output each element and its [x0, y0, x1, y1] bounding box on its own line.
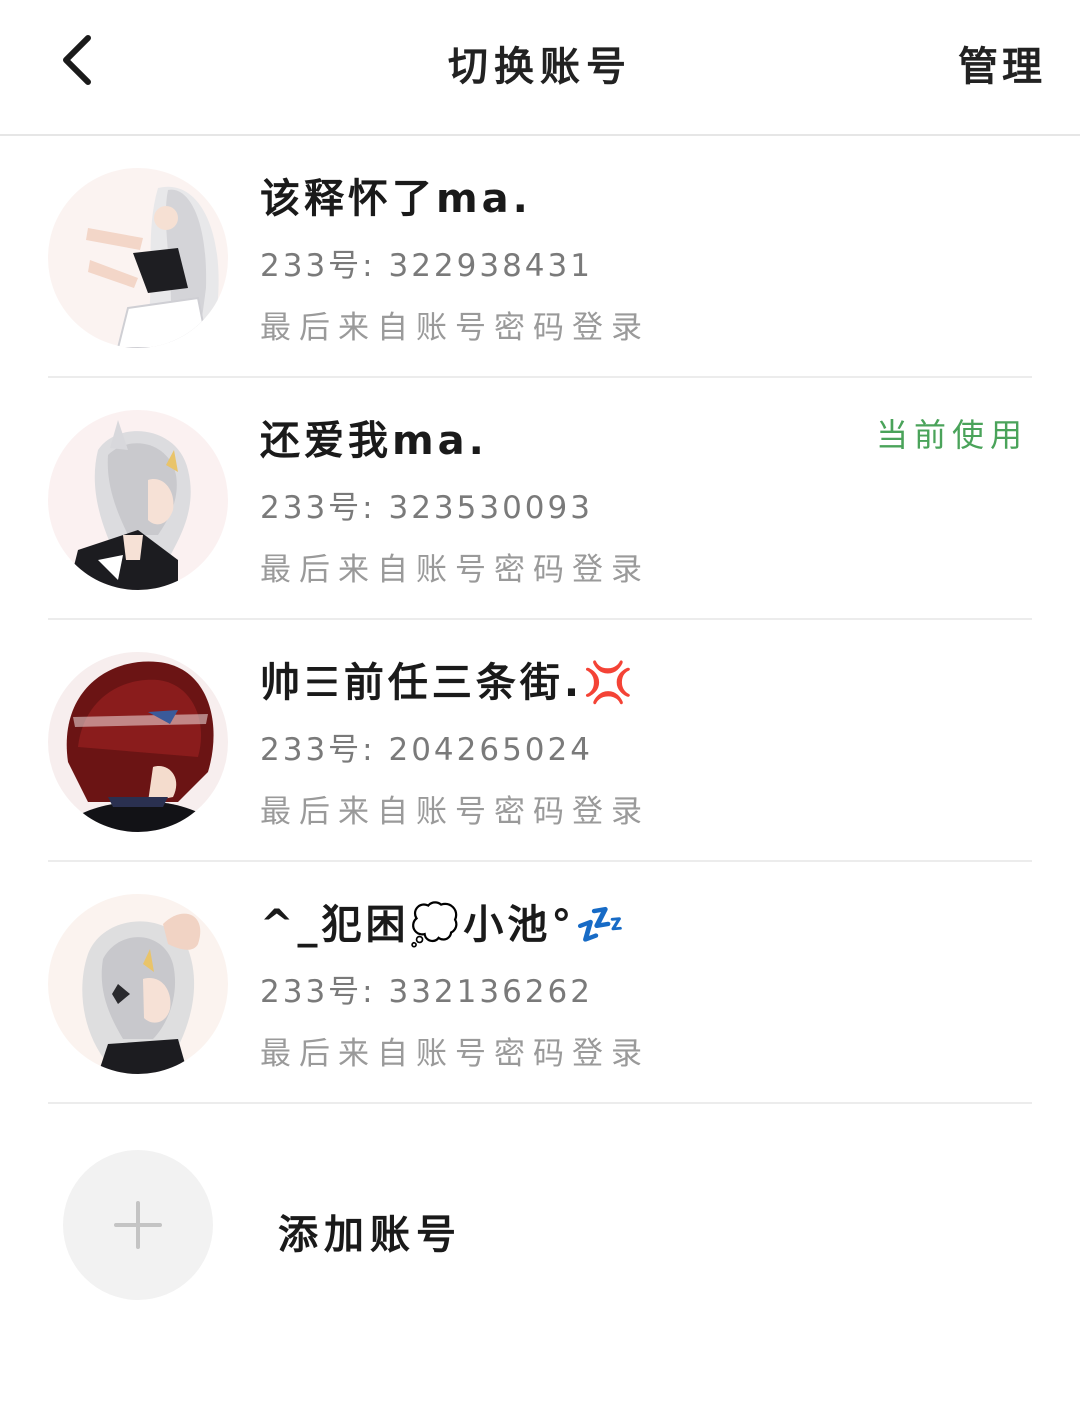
nickname: ^_犯困💭小池°💤 — [260, 892, 629, 950]
nickname-suffix: 小池° — [463, 902, 576, 948]
avatar — [48, 410, 228, 590]
account-id: 233号: 322938431 — [260, 248, 593, 284]
nickname: 该释怀了ma. — [260, 176, 532, 222]
account-id: 233号: 332136262 — [260, 974, 593, 1010]
login-source: 最后来自账号密码登录 — [260, 310, 650, 346]
nickname-text: ^_犯困 — [260, 902, 410, 948]
account-list: 该释怀了ma. 233号: 322938431 最后来自账号密码登录 还爱我ma… — [0, 136, 1080, 1304]
account-item[interactable]: 该释怀了ma. 233号: 322938431 最后来自账号密码登录 — [48, 136, 1032, 378]
add-account-label: 添加账号 — [278, 1212, 462, 1258]
add-account-button[interactable]: 添加账号 — [48, 1104, 1032, 1304]
plus-icon — [114, 1201, 162, 1249]
avatar — [48, 168, 228, 348]
zzz-icon: 💤 — [575, 902, 630, 948]
avatar — [48, 652, 228, 832]
manage-button[interactable]: 管理 — [958, 34, 1046, 92]
account-item[interactable]: ^_犯困💭小池°💤 233号: 332136262 最后来自账号密码登录 — [48, 862, 1032, 1104]
nickname: 帅☰前任三条街.💢 — [260, 650, 637, 708]
top-bar: 切换账号 管理 — [0, 0, 1080, 136]
login-source: 最后来自账号密码登录 — [260, 794, 650, 830]
thought-bubble-icon: 💭 — [409, 902, 464, 948]
avatar — [48, 894, 228, 1074]
login-source: 最后来自账号密码登录 — [260, 1036, 650, 1072]
account-id: 233号: 204265024 — [260, 732, 593, 768]
nickname-text: 帅☰前任三条街. — [260, 660, 584, 706]
nickname: 还爱我ma. — [260, 418, 488, 464]
add-account-circle — [63, 1150, 213, 1300]
anger-icon: 💢 — [583, 660, 637, 706]
account-item[interactable]: 还爱我ma. 当前使用 233号: 323530093 最后来自账号密码登录 — [48, 378, 1032, 620]
login-source: 最后来自账号密码登录 — [260, 552, 650, 588]
account-item[interactable]: 帅☰前任三条街.💢 233号: 204265024 最后来自账号密码登录 — [48, 620, 1032, 862]
account-id: 233号: 323530093 — [260, 490, 593, 526]
current-account-badge: 当前使用 — [875, 416, 1028, 454]
page-title: 切换账号 — [448, 44, 632, 90]
